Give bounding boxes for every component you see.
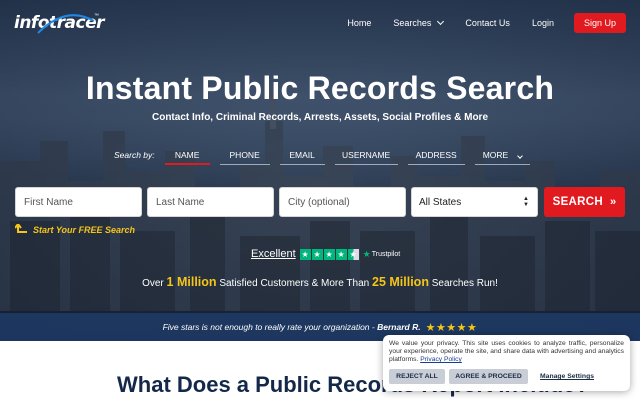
last-name-input[interactable] [147,187,274,217]
cookie-text: We value your privacy. This site uses co… [389,340,624,364]
curved-arrow-icon [15,224,27,233]
cookie-actions: REJECT ALL AGREE & PROCEED Manage Settin… [389,369,594,384]
first-name-input[interactable] [15,187,142,217]
infotracer-logo[interactable]: infotracer ™ [14,9,104,39]
tab-email[interactable]: EMAIL [279,145,325,165]
testimonial-author: Bernard R. [377,322,421,332]
city-input[interactable] [279,187,406,217]
stats-searches-count: 25 Million [372,275,429,289]
hero-subtitle: Contact Info, Criminal Records, Arrests,… [151,112,488,123]
star-icon: ★ [299,248,311,260]
nav-searches-dropdown[interactable]: Searches [393,17,445,28]
top-navigation: Home Searches Contact Us Login Sign Up [325,13,626,33]
page-title: Instant Public Records Search [85,70,555,106]
trustpilot-stars: ★ ★ ★ ★ ★ [299,248,360,260]
search-button[interactable]: SEARCH » [544,187,625,217]
star-icon: ★ [311,248,323,260]
search-button-label: SEARCH [552,196,603,208]
star-icon: ★ [335,248,347,260]
cookie-consent-banner: We value your privacy. This site uses co… [383,335,630,391]
chevron-down-icon [516,153,523,159]
nav-login-link[interactable]: Login [532,18,554,28]
nav-contact-link[interactable]: Contact Us [465,18,510,28]
stats-customers-count: 1 Million [166,275,217,289]
chevron-down-icon [437,17,445,26]
tab-address[interactable]: ADDRESS [407,145,465,165]
testimonial-stars-icon: ★★★★★ [425,321,478,334]
tab-phone[interactable]: PHONE [219,145,270,165]
select-updown-icon: ▲ ▼ [523,196,529,208]
privacy-policy-link[interactable]: Privacy Policy [420,356,462,363]
free-search-text: Start Your FREE Search [33,225,136,235]
stats-middle: Satisfied Customers & More Than [219,278,370,289]
agree-proceed-button[interactable]: AGREE & PROCEED [449,369,528,384]
tab-name[interactable]: NAME [164,145,210,165]
half-star-icon: ★ [347,248,359,260]
free-search-hint: Start Your FREE Search [15,224,135,236]
customer-stats: Over 1 Million Satisfied Customers & Mor… [0,275,640,289]
trustpilot-star-icon: ★ [362,248,371,259]
testimonial-text: Five stars is not enough to really rate … [162,322,375,332]
trustpilot-brand: Trustpilot [371,250,401,258]
search-type-tabs: Search by: NAME PHONE EMAIL USERNAME ADD… [114,145,530,165]
nav-searches-label: Searches [393,18,432,28]
manage-settings-link[interactable]: Manage Settings [540,373,594,380]
logo-swoosh-icon [37,14,95,34]
tab-more[interactable]: MORE [474,145,530,165]
state-select[interactable]: All States ▲ ▼ [411,187,538,217]
stats-suffix: Searches Run! [431,278,498,289]
stats-prefix: Over [142,278,164,289]
nav-home-link[interactable]: Home [347,18,371,28]
trustpilot-rating[interactable]: Excellent ★ ★ ★ ★ ★ ★ Trustpilot [251,248,400,260]
state-select-value: All States [419,197,462,208]
hero-section: infotracer ™ Home Searches Contact Us Lo… [0,0,640,341]
tab-username[interactable]: USERNAME [334,145,398,165]
testimonial-quote: Five stars is not enough to really rate … [163,322,421,332]
trustpilot-logo: ★ Trustpilot [363,249,401,260]
double-chevron-right-icon: » [609,196,617,208]
reject-all-button[interactable]: REJECT ALL [389,369,445,384]
trustpilot-rating-label: Excellent [251,248,296,260]
star-icon: ★ [323,248,335,260]
signup-button[interactable]: Sign Up [573,13,626,33]
search-by-label: Search by: [114,150,155,160]
tab-more-label: MORE [482,150,509,160]
